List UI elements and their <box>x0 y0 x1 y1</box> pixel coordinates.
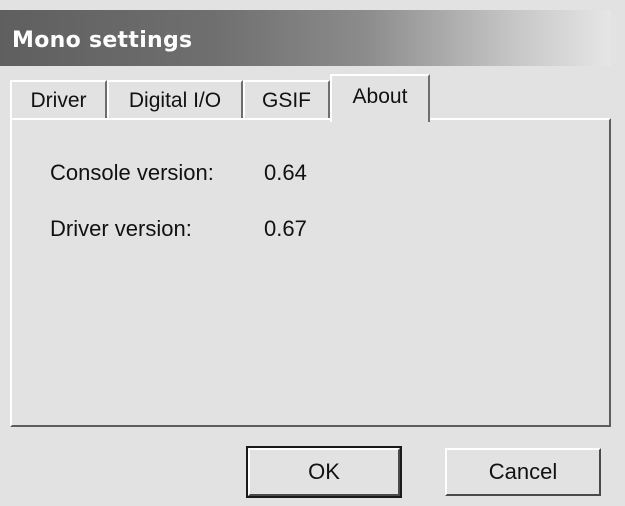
console-version-label: Console version: <box>50 160 214 185</box>
title-bar[interactable]: Mono settings <box>0 10 611 66</box>
settings-dialog: Mono settings Driver Digital I/O GSIF Ab… <box>0 0 625 506</box>
about-panel: Console version: 0.64 Driver version: 0.… <box>10 118 611 427</box>
window-title: Mono settings <box>12 28 193 53</box>
tab-about[interactable]: About <box>330 74 430 122</box>
tab-driver[interactable]: Driver <box>10 80 107 120</box>
tab-gsif[interactable]: GSIF <box>243 80 330 120</box>
tab-strip: Driver Digital I/O GSIF About <box>10 68 610 122</box>
tab-digital-io[interactable]: Digital I/O <box>107 80 243 120</box>
console-version-value: 0.64 <box>264 160 307 185</box>
driver-version-label: Driver version: <box>50 216 192 241</box>
cancel-button[interactable]: Cancel <box>445 448 601 496</box>
ok-button[interactable]: OK <box>246 446 402 498</box>
driver-version-value: 0.67 <box>264 216 307 241</box>
